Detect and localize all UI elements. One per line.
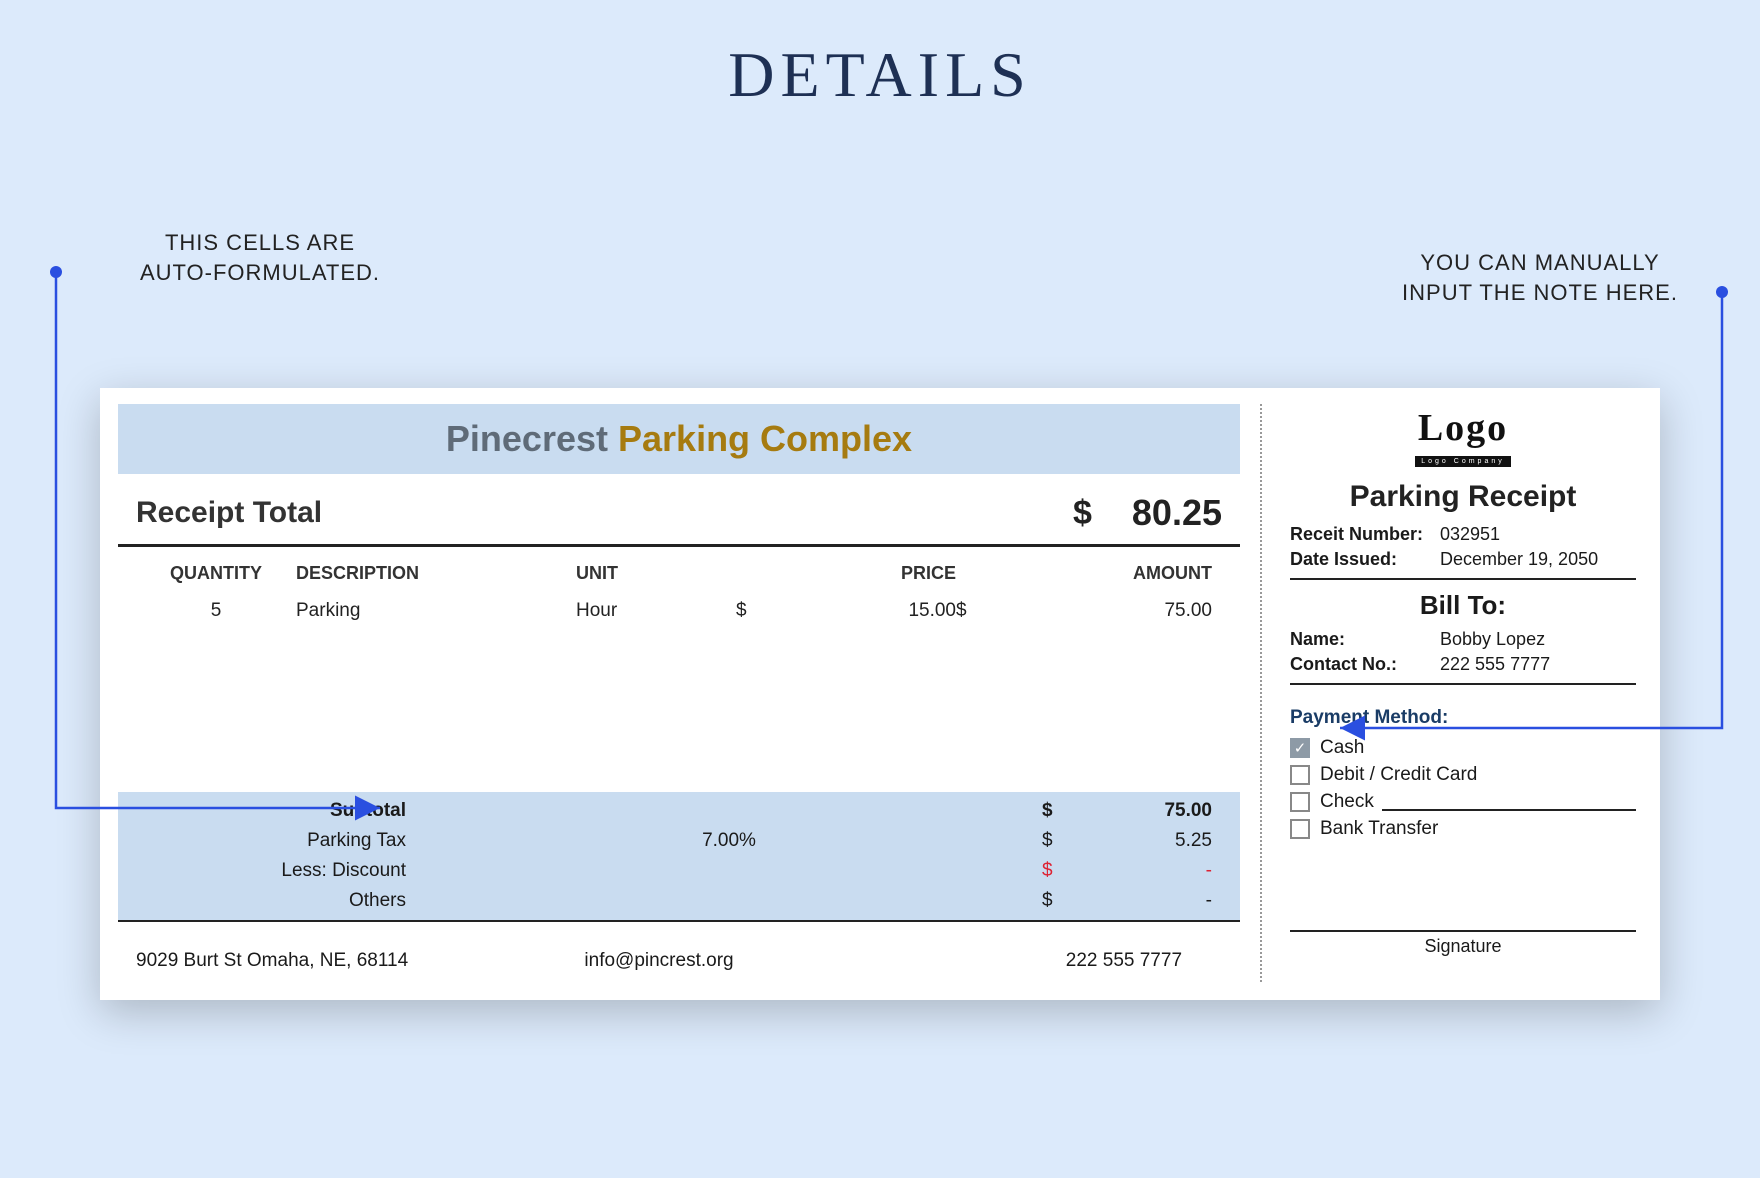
header-amount: AMOUNT bbox=[956, 563, 1222, 584]
logo-main: Logo bbox=[1290, 406, 1636, 450]
payment-option[interactable]: Debit / Credit Card bbox=[1290, 764, 1636, 786]
sum-sym-discount: $ bbox=[1042, 860, 1072, 882]
bill-name-value: Bobby Lopez bbox=[1440, 629, 1636, 650]
receipt-total-currency: $ bbox=[1073, 494, 1092, 533]
summary-block: Subtotal $ 75.00 Parking Tax 7.00% $ 5.2… bbox=[118, 792, 1240, 922]
bill-name-label: Name: bbox=[1290, 629, 1440, 650]
receipt-card: Pinecrest Parking Complex Receipt Total … bbox=[100, 388, 1660, 1000]
sum-sym-others: $ bbox=[1042, 890, 1072, 912]
sum-label-subtotal: Subtotal bbox=[136, 800, 416, 822]
footer-phone: 222 555 7777 bbox=[833, 950, 1222, 972]
receipt-number-value: 032951 bbox=[1440, 524, 1636, 545]
table-row: 5 Parking Hour $ 15.00 $ 75.00 bbox=[118, 590, 1240, 632]
sum-val-discount: - bbox=[1072, 860, 1222, 882]
summary-others: Others $ - bbox=[136, 886, 1222, 916]
checkbox-icon[interactable]: ✓ bbox=[1290, 738, 1310, 758]
right-title: Parking Receipt bbox=[1290, 480, 1636, 514]
payment-method-list: ✓ Cash Debit / Credit Card Check Bank Transf… bbox=[1290, 737, 1636, 840]
header-quantity: QUANTITY bbox=[136, 563, 296, 584]
sum-label-others: Others bbox=[136, 890, 416, 912]
table-spacer bbox=[118, 632, 1240, 792]
receipt-total-row: Receipt Total $ 80.25 bbox=[118, 474, 1240, 547]
footer-address: 9029 Burt St Omaha, NE, 68114 bbox=[136, 950, 485, 972]
table-headers: QUANTITY DESCRIPTION UNIT PRICE AMOUNT bbox=[118, 547, 1240, 590]
checkbox-icon[interactable] bbox=[1290, 792, 1310, 812]
checkbox-icon[interactable] bbox=[1290, 765, 1310, 785]
cell-amount-sym: $ bbox=[956, 600, 976, 622]
sum-sym-tax: $ bbox=[1042, 830, 1072, 852]
cell-amount: $ 75.00 bbox=[956, 600, 1222, 622]
summary-tax: Parking Tax 7.00% $ 5.25 bbox=[136, 826, 1222, 856]
payment-option[interactable]: Bank Transfer bbox=[1290, 818, 1636, 840]
check-blank-line bbox=[1382, 793, 1636, 811]
sum-sym-subtotal: $ bbox=[1042, 800, 1072, 822]
header-unit: UNIT bbox=[576, 563, 736, 584]
payment-option-label: Cash bbox=[1320, 737, 1364, 759]
divider-1 bbox=[1290, 578, 1636, 580]
bill-to-title: Bill To: bbox=[1290, 590, 1636, 621]
company-name-1: Pinecrest bbox=[446, 418, 618, 459]
annotation-right: YOU CAN MANUALLYINPUT THE NOTE HERE. bbox=[1360, 248, 1720, 307]
footer-email: info@pincrest.org bbox=[485, 950, 834, 972]
cell-price-val: 15.00 bbox=[756, 600, 956, 622]
sum-label-tax: Parking Tax bbox=[136, 830, 416, 852]
signature-line: Signature bbox=[1290, 930, 1636, 957]
receipt-left-pane: Pinecrest Parking Complex Receipt Total … bbox=[118, 404, 1262, 982]
logo: Logo Logo Company bbox=[1290, 406, 1636, 468]
cell-price-sym: $ bbox=[736, 600, 756, 622]
footer: 9029 Burt St Omaha, NE, 68114 info@pincr… bbox=[118, 922, 1240, 982]
summary-subtotal: Subtotal $ 75.00 bbox=[136, 796, 1222, 826]
header-price: PRICE bbox=[736, 563, 956, 584]
checkbox-icon[interactable] bbox=[1290, 819, 1310, 839]
receipt-right-pane: Logo Logo Company Parking Receipt Receit… bbox=[1262, 404, 1642, 982]
receipt-total-label: Receipt Total bbox=[136, 496, 1073, 530]
payment-option-label: Check bbox=[1320, 791, 1374, 813]
sum-val-others: - bbox=[1072, 890, 1222, 912]
receipt-total-amount: 80.25 bbox=[1132, 492, 1222, 534]
bill-name-row: Name: Bobby Lopez bbox=[1290, 627, 1636, 652]
receipt-number-row: Receit Number: 032951 bbox=[1290, 522, 1636, 547]
sum-label-discount: Less: Discount bbox=[136, 860, 416, 882]
payment-option[interactable]: Check bbox=[1290, 791, 1636, 813]
sum-val-subtotal: 75.00 bbox=[1072, 800, 1222, 822]
company-name-2: Parking Complex bbox=[618, 418, 912, 459]
cell-desc: Parking bbox=[296, 600, 576, 622]
bill-contact-row: Contact No.: 222 555 7777 bbox=[1290, 652, 1636, 677]
bill-contact-value: 222 555 7777 bbox=[1440, 654, 1636, 675]
date-issued-value: December 19, 2050 bbox=[1440, 549, 1636, 570]
company-name-bar: Pinecrest Parking Complex bbox=[118, 404, 1240, 474]
date-issued-label: Date Issued: bbox=[1290, 549, 1440, 570]
payment-option-label: Debit / Credit Card bbox=[1320, 764, 1477, 786]
cell-qty: 5 bbox=[136, 600, 296, 622]
receipt-number-label: Receit Number: bbox=[1290, 524, 1440, 545]
divider-2 bbox=[1290, 683, 1636, 685]
sum-tax-rate: 7.00% bbox=[416, 830, 1042, 852]
sum-val-tax: 5.25 bbox=[1072, 830, 1222, 852]
payment-option[interactable]: ✓ Cash bbox=[1290, 737, 1636, 759]
bill-contact-label: Contact No.: bbox=[1290, 654, 1440, 675]
header-description: DESCRIPTION bbox=[296, 563, 576, 584]
callout-dot-left bbox=[50, 266, 62, 278]
date-issued-row: Date Issued: December 19, 2050 bbox=[1290, 547, 1636, 572]
cell-price: $ 15.00 bbox=[736, 600, 956, 622]
cell-unit: Hour bbox=[576, 600, 736, 622]
payment-option-label: Bank Transfer bbox=[1320, 818, 1438, 840]
logo-sub: Logo Company bbox=[1415, 456, 1510, 467]
annotation-left: THIS CELLS AREAUTO-FORMULATED. bbox=[90, 228, 430, 287]
page-title: DETAILS bbox=[0, 38, 1760, 112]
payment-method-title: Payment Method: bbox=[1290, 707, 1636, 729]
cell-amount-val: 75.00 bbox=[976, 600, 1212, 622]
summary-discount: Less: Discount $ - bbox=[136, 856, 1222, 886]
